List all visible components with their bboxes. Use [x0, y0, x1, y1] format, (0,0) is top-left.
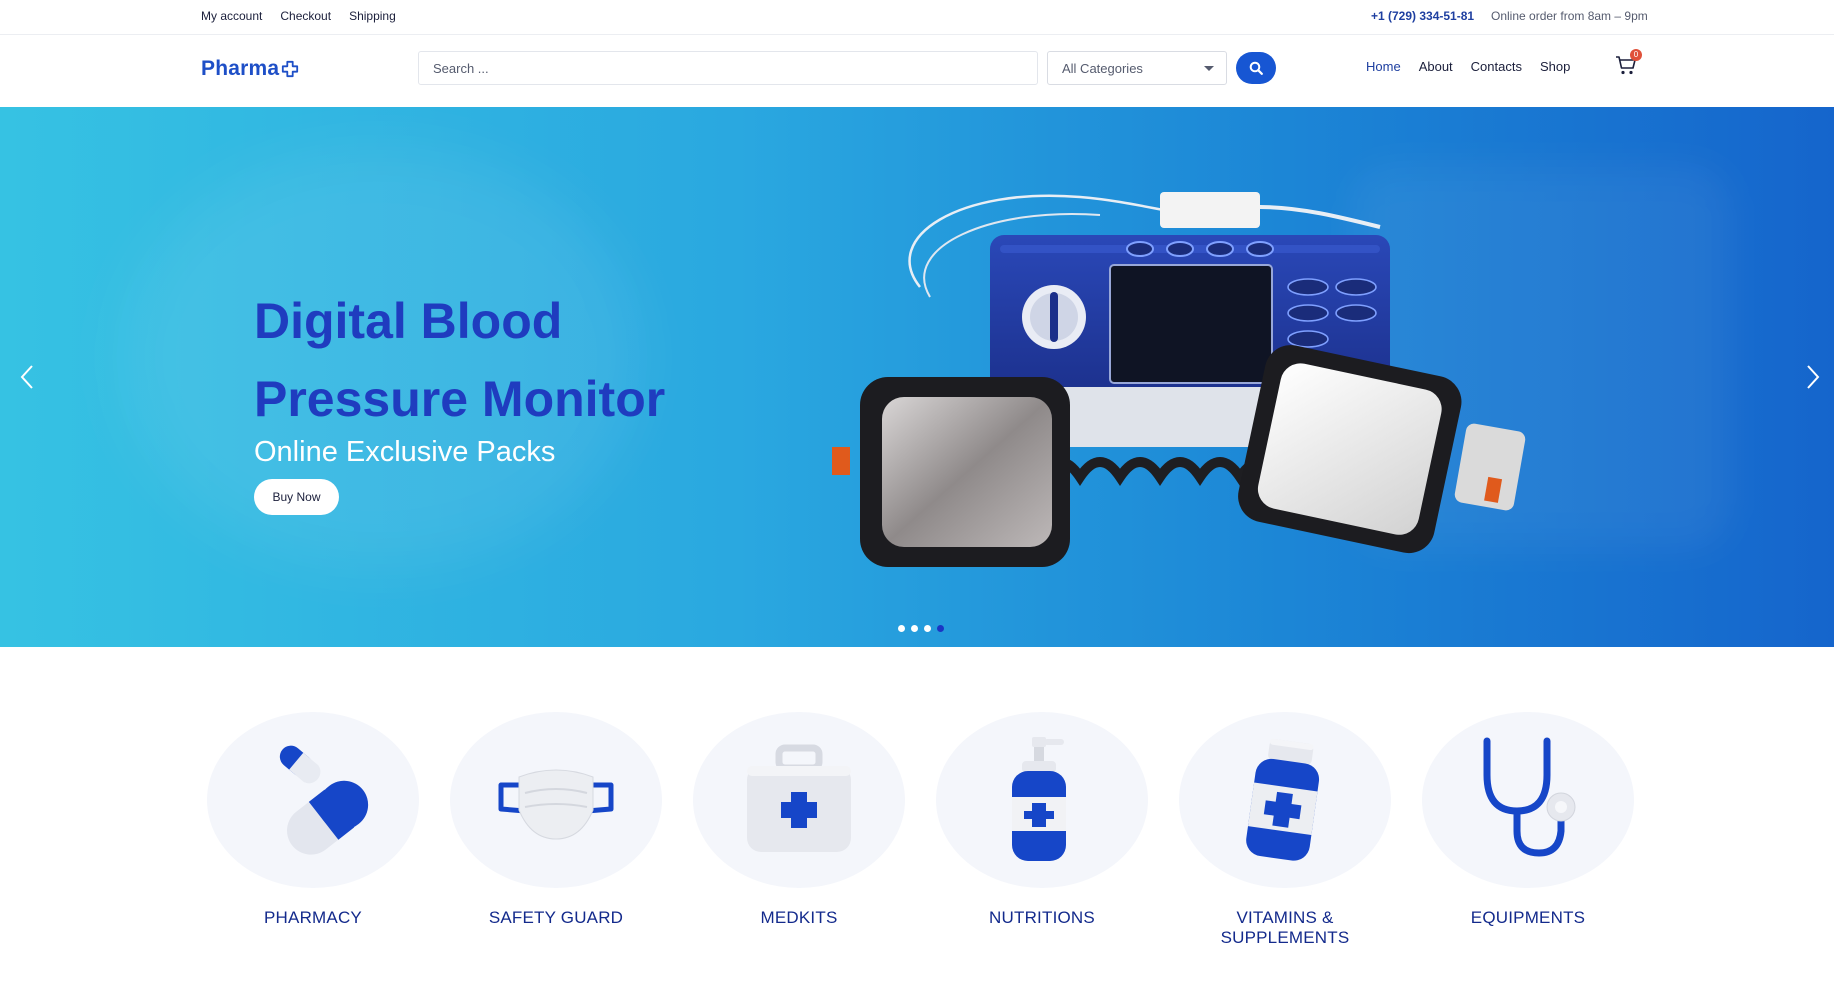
hero-title: Digital Blood Pressure Monitor	[254, 282, 814, 438]
slider-prev-button[interactable]	[16, 362, 40, 392]
nav-contacts[interactable]: Contacts	[1471, 59, 1522, 74]
cart-count-badge: 0	[1630, 49, 1642, 61]
nav-about[interactable]: About	[1419, 59, 1453, 74]
category-select-value: All Categories	[1062, 60, 1143, 76]
buy-now-button[interactable]: Buy Now	[254, 479, 339, 515]
slider-dot[interactable]	[898, 625, 905, 632]
category-label: VITAMINS & SUPPLEMENTS	[1220, 908, 1350, 947]
category-equipments[interactable]: EQUIPMENTS	[1422, 712, 1634, 928]
category-icon-circle	[207, 712, 419, 888]
shipping-link[interactable]: Shipping	[349, 9, 396, 23]
search-button[interactable]	[1236, 52, 1276, 84]
checkout-link[interactable]: Checkout	[280, 9, 331, 23]
my-account-link[interactable]: My account	[201, 9, 262, 23]
category-nutritions[interactable]: NUTRITIONS	[936, 712, 1148, 928]
pump-bottle-icon	[1012, 737, 1066, 861]
hero-subtitle: Online Exclusive Packs	[254, 436, 556, 468]
face-mask-icon	[498, 769, 614, 840]
category-icon-circle	[450, 712, 662, 888]
category-vitamins-supplements[interactable]: VITAMINS & SUPPLEMENTS	[1179, 712, 1391, 948]
category-safety-guard[interactable]: SAFETY GUARD	[450, 712, 662, 928]
pills-icon	[279, 745, 369, 855]
slider-dot-active[interactable]	[937, 625, 944, 632]
logo[interactable]: Pharma	[201, 57, 299, 81]
nav-home[interactable]: Home	[1366, 59, 1401, 74]
category-icon-circle	[936, 712, 1148, 888]
account-links: My account Checkout Shipping	[201, 9, 396, 23]
search-icon	[1249, 61, 1263, 75]
hero-title-line: Digital Blood	[254, 293, 563, 349]
phone-number[interactable]: +1 (729) 334-51-81	[1371, 9, 1474, 23]
logo-text: Pharma	[201, 57, 280, 80]
main-nav: Home About Contacts Shop	[1366, 59, 1570, 74]
category-select[interactable]: All Categories	[1047, 51, 1227, 85]
first-aid-kit-icon	[747, 744, 851, 852]
category-icon-circle	[1422, 712, 1634, 888]
cart-button[interactable]: 0	[1614, 49, 1642, 79]
chevron-right-icon	[1807, 365, 1820, 389]
search-input[interactable]	[418, 51, 1038, 85]
slider-dot[interactable]	[911, 625, 918, 632]
category-label: EQUIPMENTS	[1470, 908, 1586, 927]
top-bar: My account Checkout Shipping +1 (729) 33…	[0, 0, 1834, 35]
slider-dot[interactable]	[924, 625, 931, 632]
nav-shop[interactable]: Shop	[1540, 59, 1570, 74]
site-header: Pharma All Categories Home About Contact…	[0, 35, 1834, 107]
category-label: SAFETY GUARD	[488, 908, 624, 927]
chevron-down-icon	[1204, 66, 1214, 71]
category-label: MEDKITS	[760, 908, 838, 927]
hero-slider: Digital Blood Pressure Monitor Online Ex…	[0, 107, 1834, 647]
category-label: PHARMACY	[264, 908, 362, 927]
category-icon-circle	[1179, 712, 1391, 888]
plus-cross-icon	[282, 60, 299, 78]
category-pharmacy[interactable]: PHARMACY	[207, 712, 419, 928]
category-list: PHARMACY SAFETY GUARD MEDKITS NUTRITIONS…	[0, 712, 1834, 947]
slider-pagination	[898, 625, 944, 632]
category-label: NUTRITIONS	[989, 908, 1095, 927]
chevron-left-icon	[20, 365, 33, 389]
stethoscope-icon	[1483, 737, 1576, 857]
hero-title-line: Pressure Monitor	[254, 371, 666, 427]
medical-device-image	[832, 192, 1526, 567]
vitamin-bottle-icon	[1246, 738, 1320, 861]
category-medkits[interactable]: MEDKITS	[693, 712, 905, 928]
order-hours: Online order from 8am – 9pm	[1491, 9, 1648, 23]
category-icon-circle	[693, 712, 905, 888]
slider-next-button[interactable]	[1800, 362, 1824, 392]
